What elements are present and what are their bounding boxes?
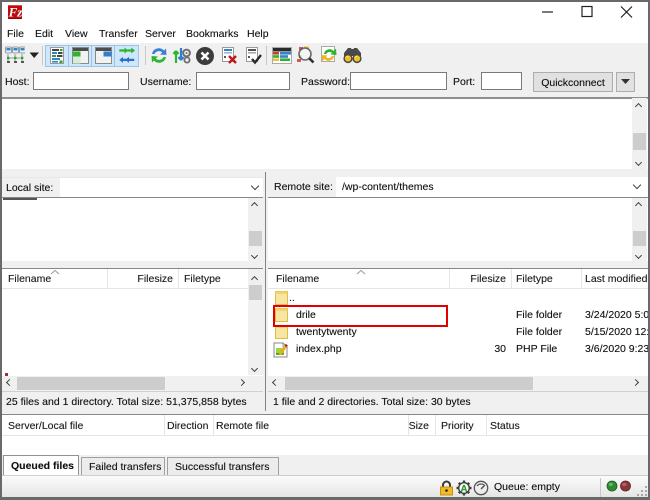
svg-text:Fz: Fz <box>8 5 22 19</box>
svg-text:A: A <box>460 484 467 495</box>
